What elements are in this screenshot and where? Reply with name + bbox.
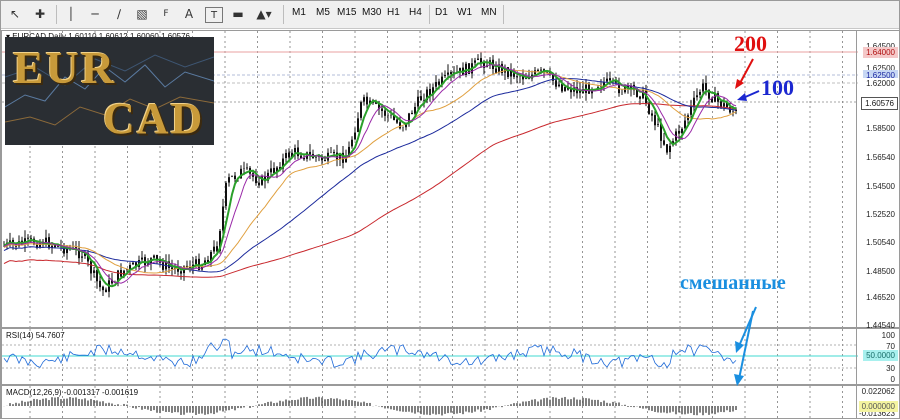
rsi-plot (2, 329, 858, 384)
chart-window: ↖ ✚ │ ─ ∕ ▧ F A T ▬ ▲▾ M1 M5 M15 M30 H1 … (0, 0, 900, 419)
price-scale-label: 1.50540 (866, 238, 895, 247)
timeframe-d1[interactable]: D1 (435, 7, 448, 18)
logo-cad: CAD (103, 94, 205, 143)
logo-eur: EUR (13, 42, 117, 93)
rsi-scale-label: 0 (890, 375, 895, 384)
price-scale-label: 1.54500 (866, 182, 895, 191)
annotation-mixed: смешанные (680, 272, 786, 294)
macd-zero-tag: 0.000000 (858, 401, 898, 412)
shapes-icon[interactable]: ▲▾ (253, 5, 275, 23)
rsi-level-tag: 50.0000 (863, 350, 898, 361)
rsi-pane: 100 70 30 0 50.0000 RSI(14) 54.7607 (1, 328, 900, 385)
rectangle-icon[interactable]: ▬ (230, 5, 246, 23)
rsi-line (3, 338, 737, 369)
trendline-icon[interactable]: ∕ (111, 5, 127, 23)
rsi-label: RSI(14) 54.7607 (6, 331, 65, 340)
rsi-scale-label: 30 (886, 364, 895, 373)
rsi-scale-label: 100 (881, 331, 895, 340)
timeframe-m15[interactable]: M15 (337, 7, 356, 18)
price-scale-label: 1.48500 (866, 267, 895, 276)
toolbar: ↖ ✚ │ ─ ∕ ▧ F A T ▬ ▲▾ M1 M5 M15 M30 H1 … (1, 1, 899, 29)
annotation-200: 200 (734, 31, 767, 56)
timeframe-m1[interactable]: M1 (292, 7, 306, 18)
horizontal-line-icon[interactable]: ─ (86, 5, 104, 23)
timeframe-w1[interactable]: W1 (457, 7, 472, 18)
price-scale-label: 1.52520 (866, 210, 895, 219)
price-tag-current: 1.60576 (861, 97, 898, 110)
timeframe-mn[interactable]: MN (481, 7, 497, 18)
macd-pane: 0.022062 -0.013623 0.000000 MACD(12,26,9… (1, 385, 900, 419)
vertical-line-icon[interactable]: │ (63, 5, 79, 23)
timeframe-h4[interactable]: H4 (409, 7, 422, 18)
macd-label: MACD(12,26,9) -0.001317 -0.001619 (6, 388, 139, 397)
text-icon[interactable]: A (182, 5, 196, 23)
price-tag-red: 1.64000 (863, 47, 898, 58)
price-tag-mid: 1.62000 (863, 78, 898, 89)
price-scale-label: 1.58500 (866, 124, 895, 133)
channel-icon[interactable]: ▧ (134, 5, 150, 23)
macd-scale-label: 0.022062 (861, 387, 895, 396)
price-scale-label: 1.46520 (866, 293, 895, 302)
label-icon[interactable]: T (205, 7, 223, 23)
arrow-icon[interactable]: ↖ (7, 5, 23, 23)
fibonacci-icon[interactable]: F (158, 5, 174, 23)
crosshair-icon[interactable]: ✚ (31, 5, 49, 23)
timeframe-m5[interactable]: M5 (316, 7, 330, 18)
price-scale-label: 1.56540 (866, 153, 895, 162)
eurcad-logo: EUR CAD (5, 37, 214, 145)
annotation-100: 100 (761, 75, 794, 100)
timeframe-m30[interactable]: M30 (362, 7, 381, 18)
timeframe-h1[interactable]: H1 (387, 7, 400, 18)
